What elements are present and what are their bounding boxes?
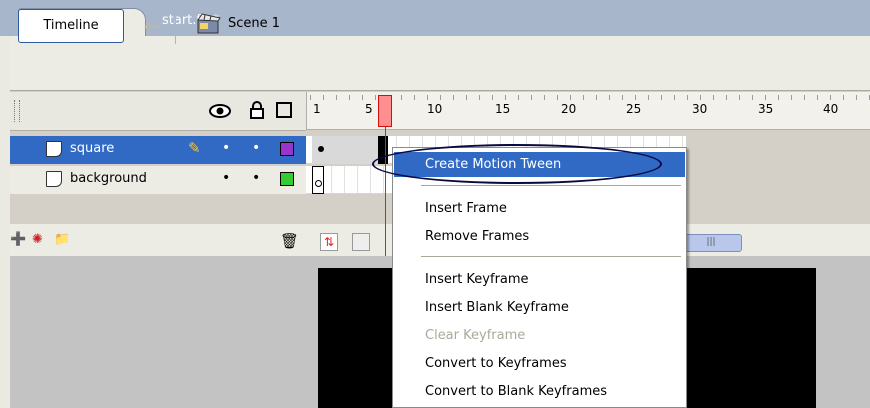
ruler-tick: [817, 95, 818, 100]
ruler-tick: [453, 95, 454, 100]
ruler-tick: [505, 95, 506, 100]
toolbar-divider: [175, 10, 176, 44]
menu-convert-to-blank-keyframes[interactable]: Convert to Blank Keyframes: [394, 379, 685, 404]
lock-dot[interactable]: •: [252, 170, 260, 186]
ruler-tick: [349, 95, 350, 100]
ruler-tick: [570, 95, 571, 100]
scene-label[interactable]: Scene 1: [228, 16, 280, 31]
ruler-tick: [661, 95, 662, 100]
menu-insert-blank-keyframe[interactable]: Insert Blank Keyframe: [394, 295, 685, 320]
keyframe-filled: [318, 146, 324, 152]
menu-clear-keyframe: Clear Keyframe: [425, 328, 526, 343]
ruler-tick: [518, 95, 519, 100]
ruler-tick: [765, 95, 766, 100]
ruler-tick: [362, 95, 363, 100]
ruler-tick: [804, 95, 805, 100]
ruler-tick: [713, 95, 714, 100]
timeline-button[interactable]: Timeline: [18, 9, 124, 43]
ruler-tick: [856, 95, 857, 100]
ruler-tick: [726, 95, 727, 100]
ruler-tick: [544, 95, 545, 100]
ruler-tick: [778, 95, 779, 100]
ruler-number: 25: [626, 102, 642, 116]
ruler-number: 5: [365, 102, 373, 116]
ruler-tick: [622, 95, 623, 100]
layer-footer: ➕ ✺ 📁 🗑: [10, 224, 306, 256]
ruler-tick: [492, 95, 493, 100]
ruler-tick: [791, 95, 792, 100]
outline-color-swatch[interactable]: [280, 142, 294, 156]
layer-row-square[interactable]: square ✎ • •: [10, 136, 306, 164]
ruler-tick: [557, 95, 558, 100]
panel-left-border: [0, 36, 10, 408]
layer-page-icon: [46, 141, 62, 157]
edit-bar: [0, 36, 870, 91]
timeline-scroll-thumb[interactable]: |||: [680, 234, 742, 252]
ruler-tick: [648, 95, 649, 100]
add-motion-guide-icon[interactable]: ✺: [32, 232, 50, 248]
ruler-tick: [609, 95, 610, 100]
ruler-tick: [700, 95, 701, 100]
eye-icon[interactable]: [208, 102, 232, 120]
ruler-tick: [752, 95, 753, 100]
ruler-tick: [531, 95, 532, 100]
menu-convert-to-keyframes[interactable]: Convert to Keyframes: [394, 351, 685, 376]
menu-separator: [421, 256, 681, 257]
ruler-tick: [739, 95, 740, 100]
ruler-tick: [414, 95, 415, 100]
insert-folder-icon[interactable]: 📁: [54, 232, 72, 248]
ruler-number: 30: [692, 102, 708, 116]
ruler-number: 10: [427, 102, 443, 116]
ruler-tick: [440, 95, 441, 100]
ruler-tick: [466, 95, 467, 100]
ruler-number: 35: [758, 102, 774, 116]
ruler-tick: [674, 95, 675, 100]
ruler-tick: [687, 95, 688, 100]
ruler-tick: [843, 95, 844, 100]
keyframe-empty: [315, 180, 322, 187]
menu-insert-frame[interactable]: Insert Frame: [394, 196, 685, 221]
ruler-tick: [596, 95, 597, 100]
playhead[interactable]: [378, 95, 392, 127]
ruler-tick: [583, 95, 584, 100]
onion-skin-icon[interactable]: [352, 233, 370, 251]
menu-remove-frames[interactable]: Remove Frames: [394, 224, 685, 249]
ruler-tick: [635, 95, 636, 100]
menu-insert-keyframe[interactable]: Insert Keyframe: [394, 267, 685, 292]
ruler-number: 20: [561, 102, 577, 116]
ruler-tick: [336, 95, 337, 100]
ruler-tick: [401, 95, 402, 100]
layer-name: square: [70, 141, 115, 156]
ruler-number: 15: [495, 102, 511, 116]
visibility-dot[interactable]: •: [222, 170, 230, 186]
lock-dot[interactable]: •: [252, 140, 260, 156]
playhead-line: [385, 127, 386, 257]
trash-icon[interactable]: 🗑: [280, 232, 299, 250]
highlight-ellipse: [372, 144, 662, 184]
clapperboard-icon: [197, 13, 221, 34]
lock-icon[interactable]: [248, 100, 266, 120]
layer-row-background[interactable]: background • •: [10, 166, 306, 194]
layer-page-icon: [46, 171, 62, 187]
layer-name: background: [70, 171, 147, 186]
context-menu: Create Motion Tween Insert Frame Remove …: [392, 147, 687, 408]
ruler-tick: [323, 95, 324, 100]
panel-gripper[interactable]: [14, 100, 20, 122]
pencil-icon: ✎: [188, 139, 201, 157]
back-arrow-icon[interactable]: ←: [138, 12, 166, 40]
center-frame-icon[interactable]: ⇅: [320, 233, 338, 251]
ruler-tick: [375, 95, 376, 100]
ruler-tick: [479, 95, 480, 100]
menu-separator: [421, 185, 681, 186]
outline-color-swatch[interactable]: [280, 172, 294, 186]
ruler-number: 40: [823, 102, 839, 116]
visibility-dot[interactable]: •: [222, 140, 230, 156]
outline-icon[interactable]: [276, 102, 292, 118]
ruler-tick: [830, 95, 831, 100]
ruler-tick: [310, 95, 311, 100]
insert-layer-icon[interactable]: ➕: [10, 232, 28, 248]
ruler-number: 1: [313, 102, 321, 116]
ruler-tick: [427, 95, 428, 100]
